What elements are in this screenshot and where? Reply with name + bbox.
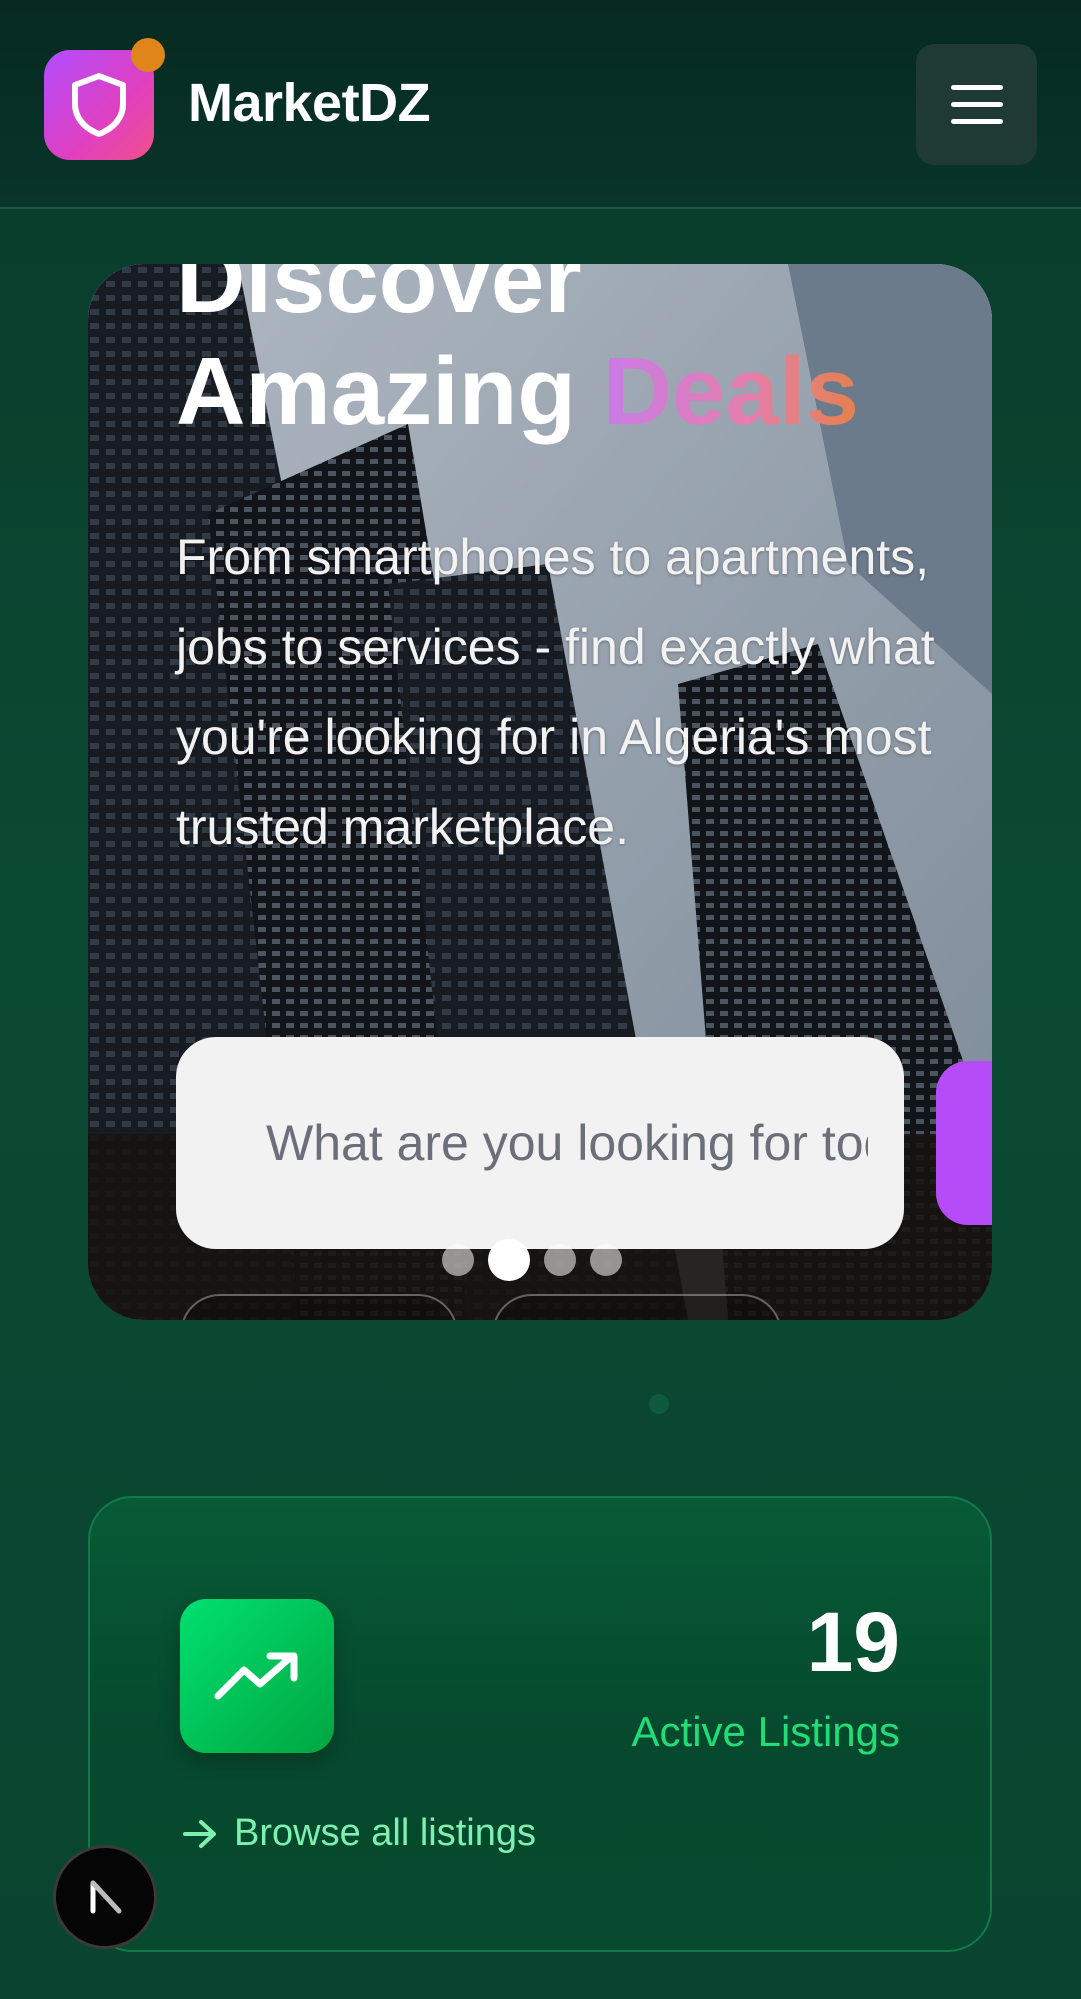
brand-name[interactable]: MarketDZ <box>188 72 431 134</box>
active-listings-label: Active Listings <box>631 1708 900 1755</box>
carousel-dot-1[interactable] <box>442 1244 474 1276</box>
hero-carousel: Discover Amazing Deals From smartphones … <box>88 264 992 1320</box>
carousel-indicators <box>442 1238 622 1282</box>
browse-link-label: Browse all listings <box>234 1812 536 1854</box>
shield-icon <box>72 73 126 137</box>
app-header: MarketDZ <box>0 0 1081 209</box>
hero-title: Discover Amazing Deals <box>176 264 859 448</box>
carousel-dot-4[interactable] <box>590 1244 622 1276</box>
arrow-right-icon <box>183 1819 216 1848</box>
hamburger-menu-icon <box>950 85 1003 90</box>
search-input[interactable] <box>266 1114 868 1172</box>
n-logo-icon <box>90 1880 122 1914</box>
menu-button[interactable] <box>916 44 1037 165</box>
hero-action-chip-1[interactable] <box>180 1294 458 1320</box>
search-button[interactable] <box>936 1061 992 1225</box>
browse-all-listings-link[interactable]: Browse all listings <box>182 1812 536 1855</box>
hero-title-highlight: Deals <box>602 338 859 445</box>
search-field[interactable] <box>176 1037 904 1249</box>
notification-dot <box>131 38 165 72</box>
hero-title-line2: Amazing <box>176 338 577 445</box>
carousel-dot-3[interactable] <box>544 1244 576 1276</box>
scroll-indicator <box>649 1394 669 1414</box>
hero-action-chip-2[interactable] <box>492 1294 782 1320</box>
dev-tools-badge[interactable] <box>53 1845 157 1949</box>
active-listings-count: 19 <box>806 1595 900 1689</box>
hero-title-line1: Discover <box>176 264 582 333</box>
carousel-dot-2[interactable] <box>488 1239 530 1281</box>
active-listings-card: 19 Active Listings Browse all listings <box>88 1496 992 1952</box>
hero-description: From smartphones to apartments, jobs to … <box>176 529 935 855</box>
trending-up-icon <box>180 1599 334 1753</box>
